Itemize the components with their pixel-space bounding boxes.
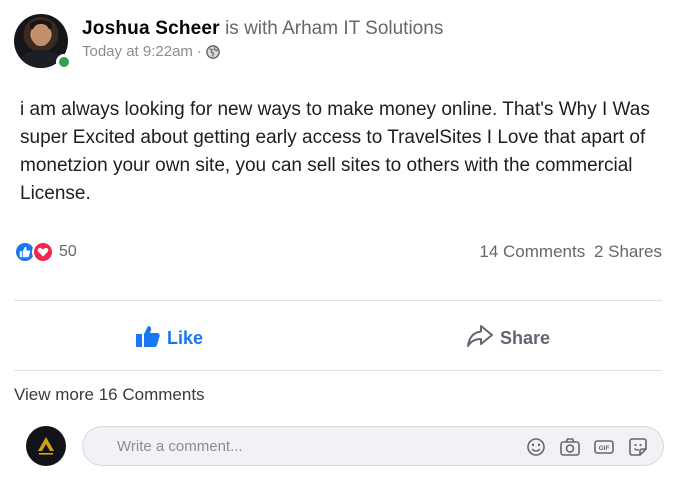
comment-composer: GIF: [82, 426, 664, 466]
comment-input[interactable]: [117, 437, 497, 455]
camera-icon[interactable]: [559, 436, 581, 458]
post-meta: Today at 9:22am ·: [82, 43, 220, 60]
like-label: Like: [167, 327, 204, 348]
emoji-icon[interactable]: [525, 436, 547, 458]
gif-icon[interactable]: GIF: [593, 436, 615, 458]
brand-logo-icon: [38, 437, 54, 455]
share-label: Share: [500, 327, 551, 348]
engagement-counts: 14 Comments 2 Shares: [479, 242, 662, 262]
thumbs-up-icon: [135, 324, 161, 353]
sticker-icon[interactable]: [627, 436, 649, 458]
svg-text:GIF: GIF: [599, 445, 610, 452]
with-text: is with: [225, 18, 278, 39]
reaction-count: 50: [59, 243, 77, 260]
reactions-summary[interactable]: 50: [14, 240, 77, 264]
post-header: Joshua Scheer is with Arham IT Solutions…: [14, 12, 654, 70]
meta-separator: ·: [196, 43, 202, 60]
avatar-face: [32, 24, 50, 46]
post-timestamp[interactable]: Today at 9:22am: [82, 43, 193, 60]
author-line: Joshua Scheer is with Arham IT Solutions: [82, 18, 443, 40]
online-status-dot: [56, 54, 72, 70]
comments-count[interactable]: 14 Comments: [479, 242, 585, 261]
tagged-page-link[interactable]: Arham IT Solutions: [282, 18, 443, 39]
comment-input-icons: GIF: [525, 436, 649, 458]
share-button[interactable]: Share: [466, 318, 550, 358]
post-body-text: i am always looking for new ways to make…: [20, 99, 650, 204]
commenter-avatar[interactable]: [26, 426, 66, 466]
love-reaction-icon: [32, 241, 54, 263]
author-name[interactable]: Joshua Scheer: [82, 18, 220, 39]
like-button[interactable]: Like: [135, 318, 203, 358]
actions-bottom-divider: [14, 370, 662, 371]
shares-count[interactable]: 2 Shares: [594, 242, 662, 261]
view-more-comments-link[interactable]: View more 16 Comments: [14, 385, 205, 405]
share-arrow-icon: [466, 324, 494, 353]
actions-top-divider: [14, 300, 662, 301]
globe-icon[interactable]: [206, 44, 220, 59]
